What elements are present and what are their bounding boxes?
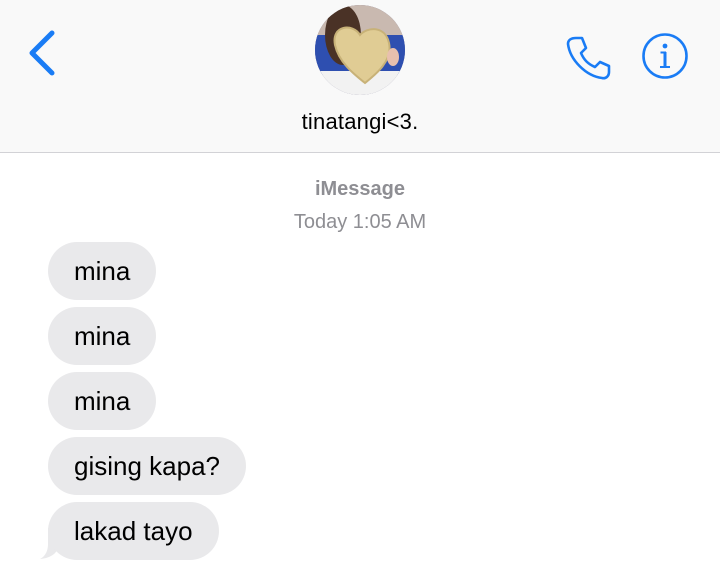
message-bubble[interactable]: lakad tayo (48, 502, 219, 560)
contact-avatar[interactable] (315, 5, 405, 95)
contact-name[interactable]: tinatangi<3. (0, 109, 720, 135)
chevron-left-icon (29, 30, 55, 76)
service-label: iMessage (314, 178, 406, 200)
conversation-timestamp: Today 1:05 AM (293, 211, 427, 233)
message-bubble[interactable]: mina (48, 242, 157, 300)
message-bubble[interactable]: mina (48, 372, 157, 430)
avatar-photo (315, 5, 405, 95)
info-icon (642, 33, 688, 79)
info-button[interactable] (641, 32, 689, 80)
phone-icon (566, 36, 611, 80)
message-bubble[interactable]: mina (48, 307, 157, 365)
message-bubble[interactable]: gising kapa? (48, 437, 246, 495)
conversation-header: tinatangi<3. (0, 0, 720, 153)
call-button[interactable] (562, 32, 612, 82)
back-button[interactable] (22, 27, 62, 79)
